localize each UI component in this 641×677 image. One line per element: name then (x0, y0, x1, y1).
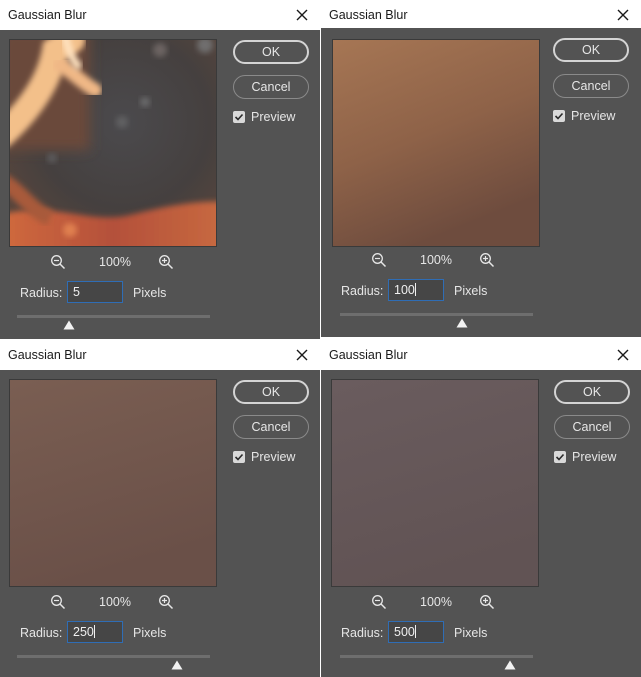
radius-label: Radius: (20, 286, 63, 300)
checkmark-icon[interactable] (233, 451, 245, 463)
unit-label: Pixels (454, 284, 488, 298)
slider-thumb-icon[interactable] (504, 657, 516, 670)
slider-thumb-icon[interactable] (171, 657, 183, 670)
preview-image[interactable] (9, 39, 217, 247)
checkmark-icon[interactable] (553, 110, 565, 122)
zoom-level: 100% (99, 595, 131, 609)
zoom-level: 100% (99, 255, 131, 269)
ok-button[interactable]: OK (553, 38, 629, 62)
unit-label: Pixels (454, 626, 488, 640)
zoom-level: 100% (420, 253, 452, 267)
zoom-in-icon[interactable] (479, 252, 495, 268)
dialog-titlebar: Gaussian Blur (321, 0, 641, 30)
zoom-controls: 100% (371, 592, 501, 612)
zoom-out-icon[interactable] (371, 252, 387, 268)
zoom-out-icon[interactable] (371, 594, 387, 610)
dialog-title: Gaussian Blur (8, 348, 87, 362)
ok-button[interactable]: OK (554, 380, 630, 404)
zoom-level: 100% (420, 595, 452, 609)
dialog-body: OK Cancel Preview 100% Radius: 500 Pixel… (321, 370, 641, 677)
gaussian-blur-dialog: Gaussian Blur OK Cancel Preview 100% Rad… (321, 340, 641, 677)
text-caret (414, 625, 416, 638)
preview-label: Preview (251, 110, 296, 124)
radius-input[interactable]: 500 (388, 621, 444, 643)
dialog-titlebar: Gaussian Blur (0, 340, 320, 370)
dialog-titlebar: Gaussian Blur (321, 340, 641, 370)
zoom-out-icon[interactable] (50, 594, 66, 610)
ok-button[interactable]: OK (233, 380, 309, 404)
radius-slider-track[interactable] (17, 315, 210, 318)
radius-label: Radius: (341, 284, 384, 298)
zoom-controls: 100% (371, 250, 501, 270)
cancel-button[interactable]: Cancel (553, 74, 629, 98)
zoom-controls: 100% (50, 252, 180, 272)
close-icon[interactable] (611, 3, 635, 27)
checkmark-icon[interactable] (233, 111, 245, 123)
text-caret (93, 625, 95, 638)
preview-image[interactable] (332, 39, 540, 247)
radius-label: Radius: (341, 626, 384, 640)
text-caret (414, 283, 416, 296)
radius-value: 250 (73, 625, 94, 639)
close-icon[interactable] (290, 343, 314, 367)
zoom-in-icon[interactable] (479, 594, 495, 610)
dialog-body: OK Cancel Preview 100% Radius: 250 Pixel… (0, 370, 320, 677)
unit-label: Pixels (133, 286, 167, 300)
radius-value: 100 (394, 283, 415, 297)
preview-label: Preview (251, 450, 296, 464)
gaussian-blur-dialog: Gaussian Blur OK Cancel Preview 100% Rad… (0, 0, 320, 339)
radius-input[interactable]: 250 (67, 621, 123, 643)
unit-label: Pixels (133, 626, 167, 640)
radius-value: 500 (394, 625, 415, 639)
preview-image[interactable] (331, 379, 539, 587)
cancel-button[interactable]: Cancel (233, 75, 309, 99)
dialog-title: Gaussian Blur (8, 8, 87, 22)
dialog-body: OK Cancel Preview 100% Radius: 100 Pixel… (321, 28, 641, 337)
slider-thumb-icon[interactable] (63, 317, 75, 330)
close-icon[interactable] (290, 3, 314, 27)
zoom-in-icon[interactable] (158, 254, 174, 270)
checkmark-icon[interactable] (554, 451, 566, 463)
slider-thumb-icon[interactable] (456, 315, 468, 328)
close-icon[interactable] (611, 343, 635, 367)
radius-input[interactable]: 100 (388, 279, 444, 301)
radius-value: 5 (73, 285, 80, 299)
radius-slider-track[interactable] (340, 313, 533, 316)
radius-label: Radius: (20, 626, 63, 640)
preview-image[interactable] (9, 379, 217, 587)
cancel-button[interactable]: Cancel (554, 415, 630, 439)
zoom-in-icon[interactable] (158, 594, 174, 610)
dialog-title: Gaussian Blur (329, 8, 408, 22)
preview-label: Preview (571, 109, 616, 123)
gaussian-blur-dialog: Gaussian Blur OK Cancel Preview 100% Rad… (0, 340, 320, 677)
dialog-titlebar: Gaussian Blur (0, 0, 320, 30)
radius-input[interactable]: 5 (67, 281, 123, 303)
ok-button[interactable]: OK (233, 40, 309, 64)
dialog-title: Gaussian Blur (329, 348, 408, 362)
zoom-controls: 100% (50, 592, 180, 612)
dialog-body: OK Cancel Preview 100% Radius: 5 Pixels (0, 30, 320, 339)
zoom-out-icon[interactable] (50, 254, 66, 270)
preview-label: Preview (572, 450, 617, 464)
cancel-button[interactable]: Cancel (233, 415, 309, 439)
gaussian-blur-dialog: Gaussian Blur OK Cancel Preview 100% Rad… (321, 0, 641, 337)
